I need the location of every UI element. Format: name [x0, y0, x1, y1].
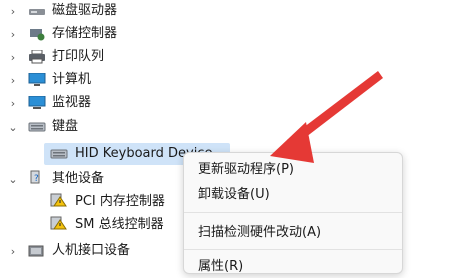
- svg-text:?: ?: [34, 174, 39, 184]
- menu-item-update-driver[interactable]: 更新驱动程序(P): [198, 159, 294, 181]
- tree-item-print-queues[interactable]: › 打印队列: [0, 46, 200, 68]
- tree-item-pci-memory-controller[interactable]: PCI 内存控制器: [44, 191, 184, 213]
- menu-separator: [184, 212, 402, 213]
- menu-item-properties[interactable]: 属性(R): [198, 256, 243, 278]
- chevron-down-icon[interactable]: ⌄: [8, 116, 18, 138]
- chevron-right-icon[interactable]: ›: [8, 23, 18, 45]
- tree-item-sm-bus-controller[interactable]: SM 总线控制器: [44, 214, 184, 236]
- warning-device-icon: [50, 193, 67, 207]
- tree-item-other-devices[interactable]: ⌄ ? 其他设备: [0, 168, 200, 190]
- tree-item-label: 其他设备: [52, 171, 105, 186]
- unknown-device-icon: ?: [30, 170, 40, 184]
- tree-item-label: 人机接口设备: [52, 243, 131, 258]
- monitor-icon: [28, 96, 46, 109]
- context-menu: 更新驱动程序(P) 卸载设备(U) 扫描检测硬件改动(A) 属性(R): [183, 152, 403, 274]
- printer-icon: [29, 50, 45, 64]
- tree-item-human-interface-devices[interactable]: › 人机接口设备: [0, 240, 200, 262]
- tree-item-label: 监视器: [52, 95, 92, 110]
- chevron-right-icon[interactable]: ›: [8, 69, 18, 91]
- warning-device-icon: [50, 216, 67, 230]
- computer-icon: [28, 73, 46, 86]
- menu-separator: [184, 249, 402, 250]
- menu-item-scan-hardware-changes[interactable]: 扫描检测硬件改动(A): [198, 222, 321, 244]
- tree-item-keyboards[interactable]: ⌄ 键盘: [0, 116, 200, 138]
- chevron-right-icon[interactable]: ›: [8, 92, 18, 114]
- tree-item-computer[interactable]: › 计算机: [0, 69, 200, 91]
- tree-item-label: PCI 内存控制器: [75, 194, 165, 209]
- menu-item-uninstall-device[interactable]: 卸载设备(U): [198, 184, 270, 206]
- chevron-down-icon[interactable]: ⌄: [8, 168, 18, 190]
- tree-item-storage-controllers[interactable]: › 存储控制器: [0, 23, 200, 45]
- tree-item-label: 磁盘驱动器: [52, 3, 118, 18]
- chevron-right-icon[interactable]: ›: [8, 0, 18, 22]
- disk-drive-icon: [29, 9, 45, 15]
- keyboard-icon: [28, 122, 46, 132]
- tree-item-label: 存储控制器: [52, 26, 118, 41]
- tree-item-label: 打印队列: [52, 49, 105, 64]
- chevron-right-icon[interactable]: ›: [8, 240, 18, 262]
- keyboard-icon: [50, 149, 68, 159]
- tree-item-disk-drives[interactable]: › 磁盘驱动器: [0, 0, 200, 22]
- hid-icon: [28, 245, 44, 257]
- storage-controller-icon: [30, 29, 45, 41]
- tree-item-label: 计算机: [52, 72, 92, 87]
- tree-item-label: 键盘: [52, 119, 79, 134]
- tree-item-monitors[interactable]: › 监视器: [0, 92, 200, 114]
- tree-item-label: SM 总线控制器: [75, 217, 164, 232]
- chevron-right-icon[interactable]: ›: [8, 46, 18, 68]
